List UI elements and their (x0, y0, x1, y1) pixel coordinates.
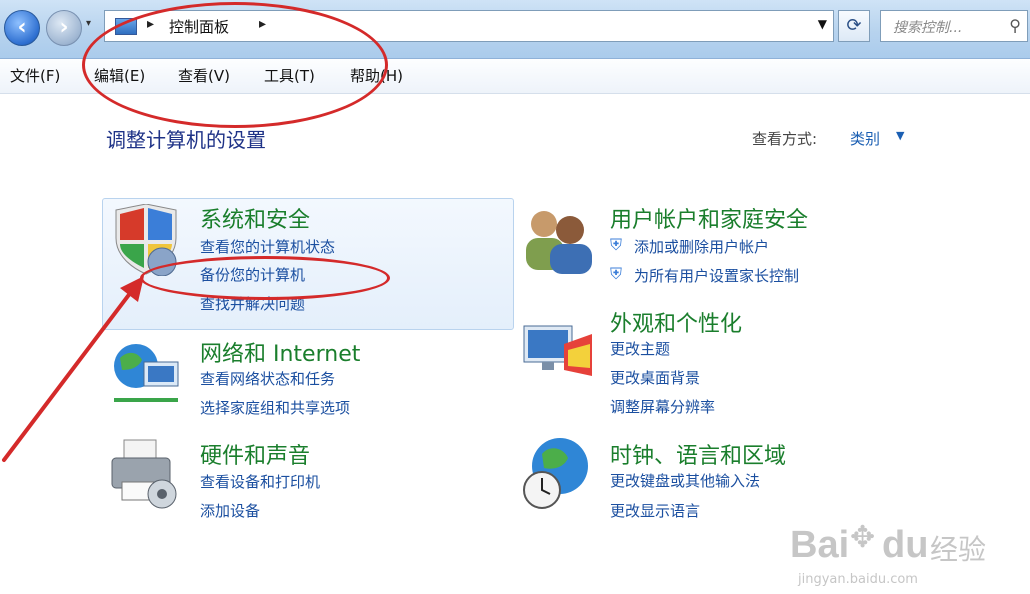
view-by-label: 查看方式: (752, 130, 818, 148)
category-system-security[interactable]: 系统和安全 (200, 202, 310, 234)
category-hardware-sound[interactable]: 硬件和声音 (200, 438, 310, 470)
refresh-button[interactable]: ⟳ (838, 10, 870, 42)
users-icon[interactable] (520, 206, 596, 274)
category-user-accounts[interactable]: 用户帐户和家庭安全 (610, 202, 808, 234)
annotation-arrow (2, 276, 144, 462)
link-change-display-language[interactable]: 更改显示语言 (610, 500, 700, 521)
link-network-status[interactable]: 查看网络状态和任务 (200, 368, 335, 389)
back-button[interactable]: ‹ (4, 10, 40, 46)
search-input[interactable]: 搜索控制... ⚲ (880, 10, 1028, 42)
link-add-device[interactable]: 添加设备 (200, 500, 260, 521)
link-adjust-resolution[interactable]: 调整屏幕分辨率 (610, 396, 715, 417)
category-network[interactable]: 网络和 Internet (200, 336, 360, 368)
forward-button[interactable]: › (46, 10, 82, 46)
watermark-label: 经验 (930, 533, 987, 566)
menu-file[interactable]: 文件(F) (10, 65, 60, 86)
search-placeholder: 搜索控制... (893, 20, 963, 36)
link-homegroup-sharing[interactable]: 选择家庭组和共享选项 (200, 397, 350, 418)
link-change-keyboard[interactable]: 更改键盘或其他输入法 (610, 470, 760, 491)
annotation-ellipse-backup (140, 256, 390, 300)
watermark-brand-2: du (882, 524, 929, 566)
link-parental-controls[interactable]: 为所有用户设置家长控制 (634, 265, 799, 286)
shield-small-icon: ⛨ (610, 235, 623, 254)
watermark-brand: Bai (790, 524, 850, 566)
page-title: 调整计算机的设置 (106, 128, 266, 152)
link-devices-printers[interactable]: 查看设备和打印机 (200, 471, 320, 492)
paw-icon: ✥ (850, 520, 876, 555)
annotation-ellipse-address-menu (82, 2, 388, 128)
clock-globe-icon[interactable] (520, 434, 596, 514)
appearance-icon[interactable] (520, 320, 596, 384)
category-appearance[interactable]: 外观和个性化 (610, 306, 742, 338)
watermark-url: jingyan.baidu.com (798, 572, 918, 587)
link-change-desktop-background[interactable]: 更改桌面背景 (610, 367, 700, 388)
link-change-theme[interactable]: 更改主题 (610, 338, 670, 359)
search-icon[interactable]: ⚲ (1009, 16, 1021, 35)
link-add-remove-accounts[interactable]: 添加或删除用户帐户 (634, 236, 769, 257)
chevron-down-icon[interactable]: ▼ (896, 129, 904, 142)
link-view-computer-status[interactable]: 查看您的计算机状态 (200, 236, 335, 257)
category-clock-language-region[interactable]: 时钟、语言和区域 (610, 438, 786, 470)
baidu-watermark: Bai ✥ du 经验 jingyan.baidu.com (790, 520, 990, 594)
recent-pages-dropdown[interactable]: ▾ (86, 18, 91, 29)
view-by-select[interactable]: 类别 (850, 128, 880, 149)
address-dropdown-icon[interactable]: ▼ (818, 17, 827, 31)
shield-small-icon: ⛨ (610, 264, 623, 283)
